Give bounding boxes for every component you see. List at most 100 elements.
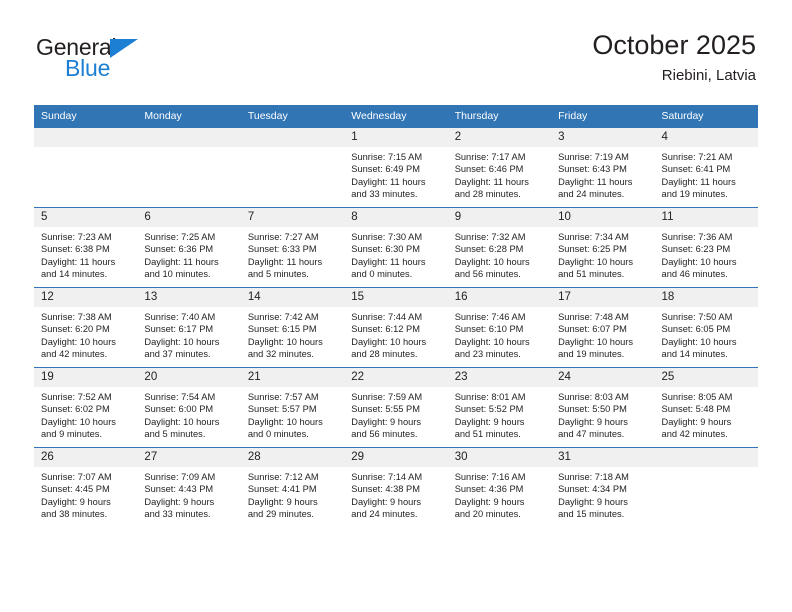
calendar-day-cell[interactable]: 3 Sunrise: 7:19 AM Sunset: 6:43 PM Daylight… <box>551 127 655 208</box>
day-number: 27 <box>137 448 241 467</box>
calendar-day-cell[interactable]: 31 Sunrise: 7:18 AM Sunset: 4:34 PM Dayligh… <box>551 447 655 527</box>
calendar-day-cell[interactable]: 12 Sunrise: 7:38 AM Sunset: 6:20 PM Dayligh… <box>34 287 138 368</box>
calendar-day-cell[interactable]: 28 Sunrise: 7:12 AM Sunset: 4:41 PM Dayligh… <box>240 447 345 527</box>
daylight-text: and 19 minutes. <box>558 349 625 360</box>
sunrise-text: Sunrise: 7:27 AM <box>247 232 319 242</box>
calendar-day-cell-empty <box>34 127 138 208</box>
sunrise-text: Sunrise: 7:59 AM <box>351 392 423 402</box>
calendar-day-cell[interactable]: 10 Sunrise: 7:34 AM Sunset: 6:25 PM Dayligh… <box>551 207 655 288</box>
calendar-day-cell[interactable]: 23 Sunrise: 8:01 AM Sunset: 5:52 PM Dayligh… <box>447 367 552 448</box>
sunrise-text: Sunrise: 7:50 AM <box>661 312 733 322</box>
day-sun-info: Sunrise: 7:16 AM Sunset: 4:36 PM Daylight:… <box>448 467 551 521</box>
calendar-day-cell[interactable]: 18 Sunrise: 7:50 AM Sunset: 6:05 PM Dayligh… <box>654 287 758 368</box>
day-sun-info: Sunrise: 7:07 AM Sunset: 4:45 PM Daylight:… <box>34 467 137 521</box>
calendar-day-cell[interactable]: 16 Sunrise: 7:46 AM Sunset: 6:10 PM Dayligh… <box>447 287 552 368</box>
day-number <box>654 448 758 467</box>
calendar-day-cell[interactable]: 21 Sunrise: 7:57 AM Sunset: 5:57 PM Dayligh… <box>240 367 345 448</box>
daylight-text: and 14 minutes. <box>41 269 108 280</box>
calendar-day-cell[interactable]: 22 Sunrise: 7:59 AM Sunset: 5:55 PM Dayligh… <box>344 367 448 448</box>
day-number <box>137 128 241 147</box>
day-number: 23 <box>447 368 552 387</box>
calendar-day-cell[interactable]: 30 Sunrise: 7:16 AM Sunset: 4:36 PM Dayligh… <box>447 447 552 527</box>
calendar-day-cell[interactable]: 15 Sunrise: 7:44 AM Sunset: 6:12 PM Dayligh… <box>344 287 448 368</box>
calendar-day-cell[interactable]: 6 Sunrise: 7:25 AM Sunset: 6:36 PM Daylight… <box>137 207 241 288</box>
sunrise-text: Sunrise: 7:36 AM <box>661 232 733 242</box>
sunrise-text: Sunrise: 7:54 AM <box>144 392 216 402</box>
sunset-text: Sunset: 4:36 PM <box>454 484 524 495</box>
calendar-day-cell[interactable]: 14 Sunrise: 7:42 AM Sunset: 6:15 PM Dayligh… <box>240 287 345 368</box>
day-number: 16 <box>447 288 552 307</box>
day-sun-info: Sunrise: 7:14 AM Sunset: 4:38 PM Daylight:… <box>344 467 447 521</box>
sunset-text: Sunset: 6:02 PM <box>41 404 110 415</box>
weekday-header-friday: Friday <box>551 105 655 128</box>
calendar-day-cell[interactable]: 25 Sunrise: 8:05 AM Sunset: 5:48 PM Dayligh… <box>654 367 758 448</box>
daylight-text: and 5 minutes. <box>144 429 206 440</box>
day-sun-info: Sunrise: 7:17 AM Sunset: 6:46 PM Daylight:… <box>448 147 551 201</box>
calendar-day-cell[interactable]: 26 Sunrise: 7:07 AM Sunset: 4:45 PM Dayligh… <box>34 447 138 527</box>
daylight-text: Daylight: 9 hours <box>558 496 628 507</box>
weekday-header-tuesday: Tuesday <box>240 105 345 128</box>
calendar-day-cell[interactable]: 5 Sunrise: 7:23 AM Sunset: 6:38 PM Daylight… <box>34 207 138 288</box>
calendar-day-cell[interactable]: 20 Sunrise: 7:54 AM Sunset: 6:00 PM Dayligh… <box>137 367 241 448</box>
day-sun-info: Sunrise: 8:03 AM Sunset: 5:50 PM Daylight:… <box>551 387 654 441</box>
sunrise-text: Sunrise: 7:38 AM <box>41 312 112 322</box>
sunset-text: Sunset: 6:17 PM <box>144 324 214 335</box>
sunset-text: Sunset: 6:43 PM <box>558 164 627 175</box>
sunset-text: Sunset: 6:28 PM <box>454 244 524 255</box>
day-sun-info: Sunrise: 7:19 AM Sunset: 6:43 PM Daylight:… <box>551 147 654 201</box>
calendar-day-cell[interactable]: 29 Sunrise: 7:14 AM Sunset: 4:38 PM Dayligh… <box>344 447 448 527</box>
sunrise-text: Sunrise: 7:09 AM <box>144 472 216 482</box>
calendar-day-cell[interactable]: 7 Sunrise: 7:27 AM Sunset: 6:33 PM Daylight… <box>240 207 345 288</box>
sunset-text: Sunset: 6:23 PM <box>661 244 731 255</box>
daylight-text: and 51 minutes. <box>454 429 521 440</box>
day-number: 31 <box>551 448 655 467</box>
day-sun-info: Sunrise: 7:23 AM Sunset: 6:38 PM Daylight:… <box>34 227 137 281</box>
daylight-text: Daylight: 11 hours <box>351 176 426 187</box>
sunrise-text: Sunrise: 7:21 AM <box>661 152 733 162</box>
sunset-text: Sunset: 6:07 PM <box>558 324 627 335</box>
daylight-text: and 38 minutes. <box>41 509 108 520</box>
daylight-text: Daylight: 9 hours <box>144 496 215 507</box>
sunset-text: Sunset: 6:49 PM <box>351 164 420 175</box>
sunset-text: Sunset: 6:38 PM <box>41 244 110 255</box>
calendar-day-cell[interactable]: 24 Sunrise: 8:03 AM Sunset: 5:50 PM Dayligh… <box>551 367 655 448</box>
day-number: 14 <box>240 288 345 307</box>
daylight-text: Daylight: 11 hours <box>454 176 529 187</box>
logo-triangle-icon <box>110 39 138 58</box>
day-sun-info: Sunrise: 7:57 AM Sunset: 5:57 PM Daylight:… <box>241 387 344 441</box>
calendar-day-cell[interactable]: 4 Sunrise: 7:21 AM Sunset: 6:41 PM Daylight… <box>654 127 758 208</box>
calendar-day-cell[interactable]: 13 Sunrise: 7:40 AM Sunset: 6:17 PM Dayligh… <box>137 287 241 368</box>
sunrise-text: Sunrise: 7:07 AM <box>41 472 112 482</box>
sunset-text: Sunset: 6:46 PM <box>454 164 524 175</box>
sunrise-text: Sunrise: 7:15 AM <box>351 152 423 162</box>
sunset-text: Sunset: 6:33 PM <box>247 244 317 255</box>
daylight-text: Daylight: 11 hours <box>558 176 633 187</box>
calendar-day-cell[interactable]: 11 Sunrise: 7:36 AM Sunset: 6:23 PM Dayligh… <box>654 207 758 288</box>
calendar-day-cell[interactable]: 17 Sunrise: 7:48 AM Sunset: 6:07 PM Dayligh… <box>551 287 655 368</box>
sunset-text: Sunset: 4:41 PM <box>247 484 317 495</box>
sunrise-text: Sunrise: 7:42 AM <box>247 312 319 322</box>
sunrise-text: Sunrise: 8:01 AM <box>454 392 526 402</box>
daylight-text: and 47 minutes. <box>558 429 625 440</box>
daylight-text: and 20 minutes. <box>454 509 521 520</box>
daylight-text: Daylight: 9 hours <box>454 496 525 507</box>
calendar-day-cell[interactable]: 19 Sunrise: 7:52 AM Sunset: 6:02 PM Dayligh… <box>34 367 138 448</box>
day-number: 30 <box>447 448 552 467</box>
daylight-text: and 19 minutes. <box>661 189 728 200</box>
daylight-text: and 51 minutes. <box>558 269 625 280</box>
calendar-day-cell[interactable]: 8 Sunrise: 7:30 AM Sunset: 6:30 PM Daylight… <box>344 207 448 288</box>
daylight-text: Daylight: 10 hours <box>558 336 634 347</box>
daylight-text: and 56 minutes. <box>351 429 418 440</box>
daylight-text: Daylight: 10 hours <box>661 336 737 347</box>
day-sun-info: Sunrise: 7:15 AM Sunset: 6:49 PM Daylight:… <box>344 147 447 201</box>
sunrise-text: Sunrise: 7:18 AM <box>558 472 629 482</box>
sunset-text: Sunset: 4:38 PM <box>351 484 420 495</box>
calendar-day-cell[interactable]: 9 Sunrise: 7:32 AM Sunset: 6:28 PM Daylight… <box>447 207 552 288</box>
calendar-day-cell[interactable]: 27 Sunrise: 7:09 AM Sunset: 4:43 PM Dayligh… <box>137 447 241 527</box>
sunset-text: Sunset: 5:52 PM <box>454 404 524 415</box>
weekday-header-wednesday: Wednesday <box>344 105 448 128</box>
day-number: 1 <box>344 128 448 147</box>
daylight-text: Daylight: 10 hours <box>558 256 634 267</box>
calendar-day-cell[interactable]: 1 Sunrise: 7:15 AM Sunset: 6:49 PM Daylight… <box>344 127 448 208</box>
calendar-day-cell[interactable]: 2 Sunrise: 7:17 AM Sunset: 6:46 PM Daylight… <box>447 127 552 208</box>
